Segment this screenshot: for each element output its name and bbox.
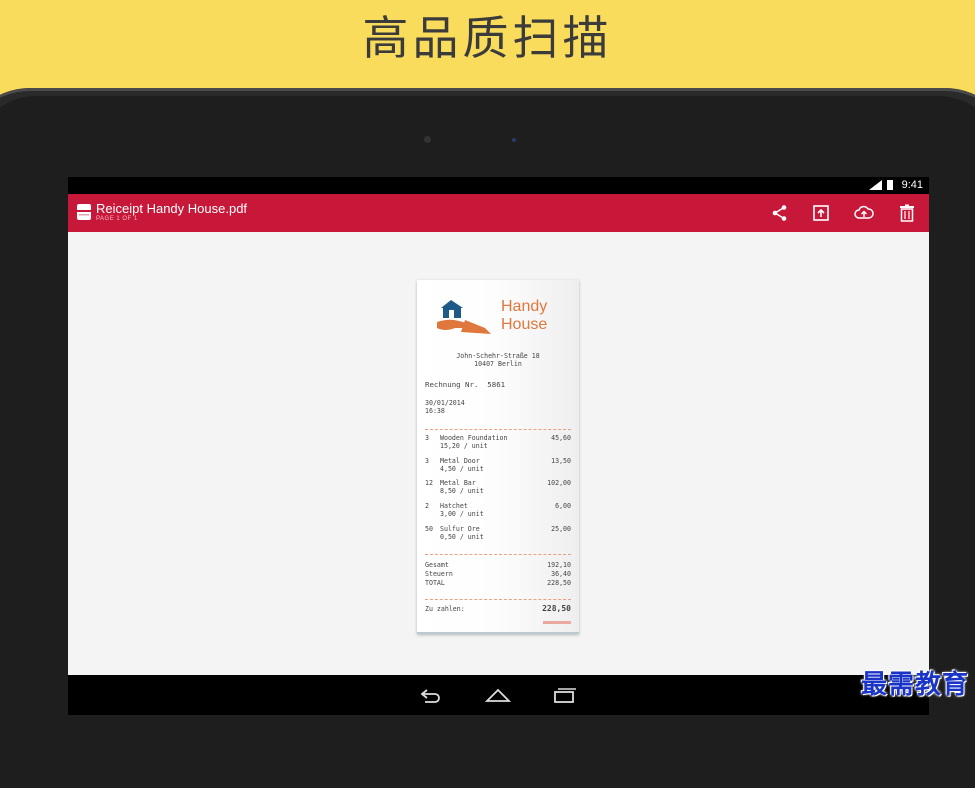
- total-underline: [543, 621, 571, 624]
- summary-label: Gesamt: [425, 561, 449, 569]
- app-bar: Reiceipt Handy House.pdf PAGE 1 OF 1: [68, 194, 929, 232]
- summary-label: TOTAL: [425, 579, 445, 587]
- item-qty: 3: [425, 434, 429, 442]
- camera-icon: [424, 136, 431, 143]
- device-screen: 9:41 Reiceipt Handy House.pdf PAGE 1 OF …: [68, 177, 929, 715]
- home-icon[interactable]: [484, 686, 512, 708]
- item-unit: 15,20 / unit: [440, 442, 488, 450]
- status-bar: 9:41: [68, 177, 929, 194]
- address-line-1: John-Schehr-Straße 18: [456, 352, 540, 360]
- address-line-2: 10407 Berlin: [474, 360, 522, 368]
- page-indicator: PAGE 1 OF 1: [96, 216, 138, 222]
- item-total: 13,50: [551, 457, 571, 465]
- item-name: Hatchet: [440, 502, 468, 510]
- item-total: 102,00: [547, 479, 571, 487]
- logo-line-2: House: [501, 316, 548, 333]
- item-name: Wooden Foundation: [440, 434, 508, 442]
- item-qty: 3: [425, 457, 429, 465]
- item-unit: 8,50 / unit: [440, 487, 484, 495]
- summary-value: 36,40: [551, 570, 571, 578]
- item-qty: 12: [425, 479, 433, 487]
- document-title: Reiceipt Handy House.pdf: [96, 201, 248, 216]
- divider: [425, 554, 571, 555]
- item-name: Metal Bar: [440, 479, 476, 487]
- item-qty: 50: [425, 525, 433, 533]
- sensor-icon: [512, 138, 516, 142]
- export-icon[interactable]: [810, 202, 832, 224]
- watermark: 最需教育: [860, 670, 969, 700]
- clock: 9:41: [901, 179, 923, 191]
- divider: [425, 599, 571, 600]
- logo-line-1: Handy: [501, 298, 548, 315]
- item-total: 6,00: [555, 502, 571, 510]
- handy-house-logo-icon: [435, 298, 495, 338]
- cloud-upload-icon[interactable]: [853, 202, 875, 224]
- delete-icon[interactable]: [896, 202, 918, 224]
- logo-text: Handy House: [501, 298, 547, 334]
- receipt-date: 30/01/2014: [425, 399, 465, 407]
- share-icon[interactable]: [769, 202, 791, 224]
- summary-value: 228,50: [547, 579, 571, 587]
- item-unit: 0,50 / unit: [440, 533, 484, 541]
- battery-icon: [887, 180, 893, 190]
- item-unit: 4,50 / unit: [440, 465, 484, 473]
- document-viewer[interactable]: Handy House John-Schehr-Straße 18 10407 …: [68, 232, 929, 675]
- item-total: 25,00: [551, 525, 571, 533]
- headline: 高品质扫描: [362, 11, 613, 65]
- navigation-bar: [68, 675, 929, 715]
- invoice-number: Rechnung Nr. 5861: [425, 380, 506, 389]
- scanner-app-icon[interactable]: [76, 203, 92, 225]
- item-name: Metal Door: [440, 457, 480, 465]
- amount-due-value: 228,50: [542, 604, 571, 613]
- receipt-time: 16:38: [425, 407, 445, 415]
- summary-label: Steuern: [425, 570, 453, 578]
- receipt-page: Handy House John-Schehr-Straße 18 10407 …: [417, 280, 579, 634]
- item-total: 45,60: [551, 434, 571, 442]
- signal-icon: [869, 180, 883, 193]
- back-icon[interactable]: [419, 686, 443, 708]
- divider: [425, 429, 571, 430]
- amount-due-label: Zu zahlen:: [425, 605, 465, 613]
- item-name: Sulfur Ore: [440, 525, 480, 533]
- summary-value: 192,10: [547, 561, 571, 569]
- recents-icon[interactable]: [553, 686, 577, 708]
- receipt-edge: [417, 632, 579, 634]
- item-unit: 3,00 / unit: [440, 510, 484, 518]
- item-qty: 2: [425, 502, 429, 510]
